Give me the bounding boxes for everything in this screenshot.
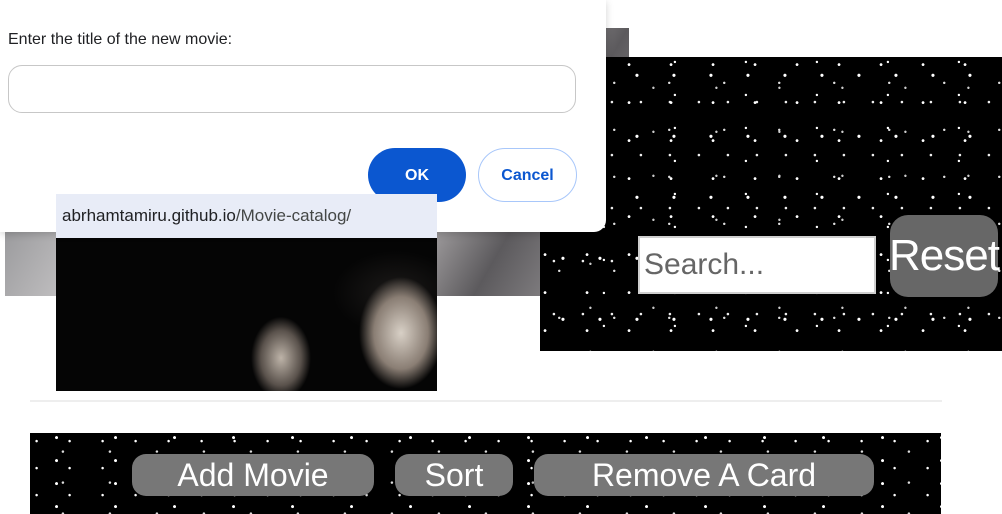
add-movie-button[interactable]: Add Movie bbox=[132, 454, 374, 496]
reset-button[interactable]: Reset bbox=[889, 215, 1000, 297]
search-input[interactable] bbox=[638, 236, 876, 294]
movie-title-input[interactable] bbox=[8, 65, 576, 113]
dialog-origin-label: abrhamtamiru.github.io/Movie-catalog/ bbox=[56, 194, 437, 238]
background-image-starfield bbox=[540, 57, 1002, 351]
sort-button[interactable]: Sort bbox=[395, 454, 513, 496]
dialog-message: Enter the title of the new movie: bbox=[8, 31, 233, 48]
cancel-button[interactable]: Cancel bbox=[478, 148, 577, 202]
remove-card-button[interactable]: Remove A Card bbox=[534, 454, 874, 496]
movie-poster-image bbox=[56, 238, 437, 391]
origin-host: abrhamtamiru.github.io bbox=[62, 206, 236, 225]
origin-path: /Movie-catalog/ bbox=[235, 206, 352, 225]
divider bbox=[30, 400, 942, 402]
